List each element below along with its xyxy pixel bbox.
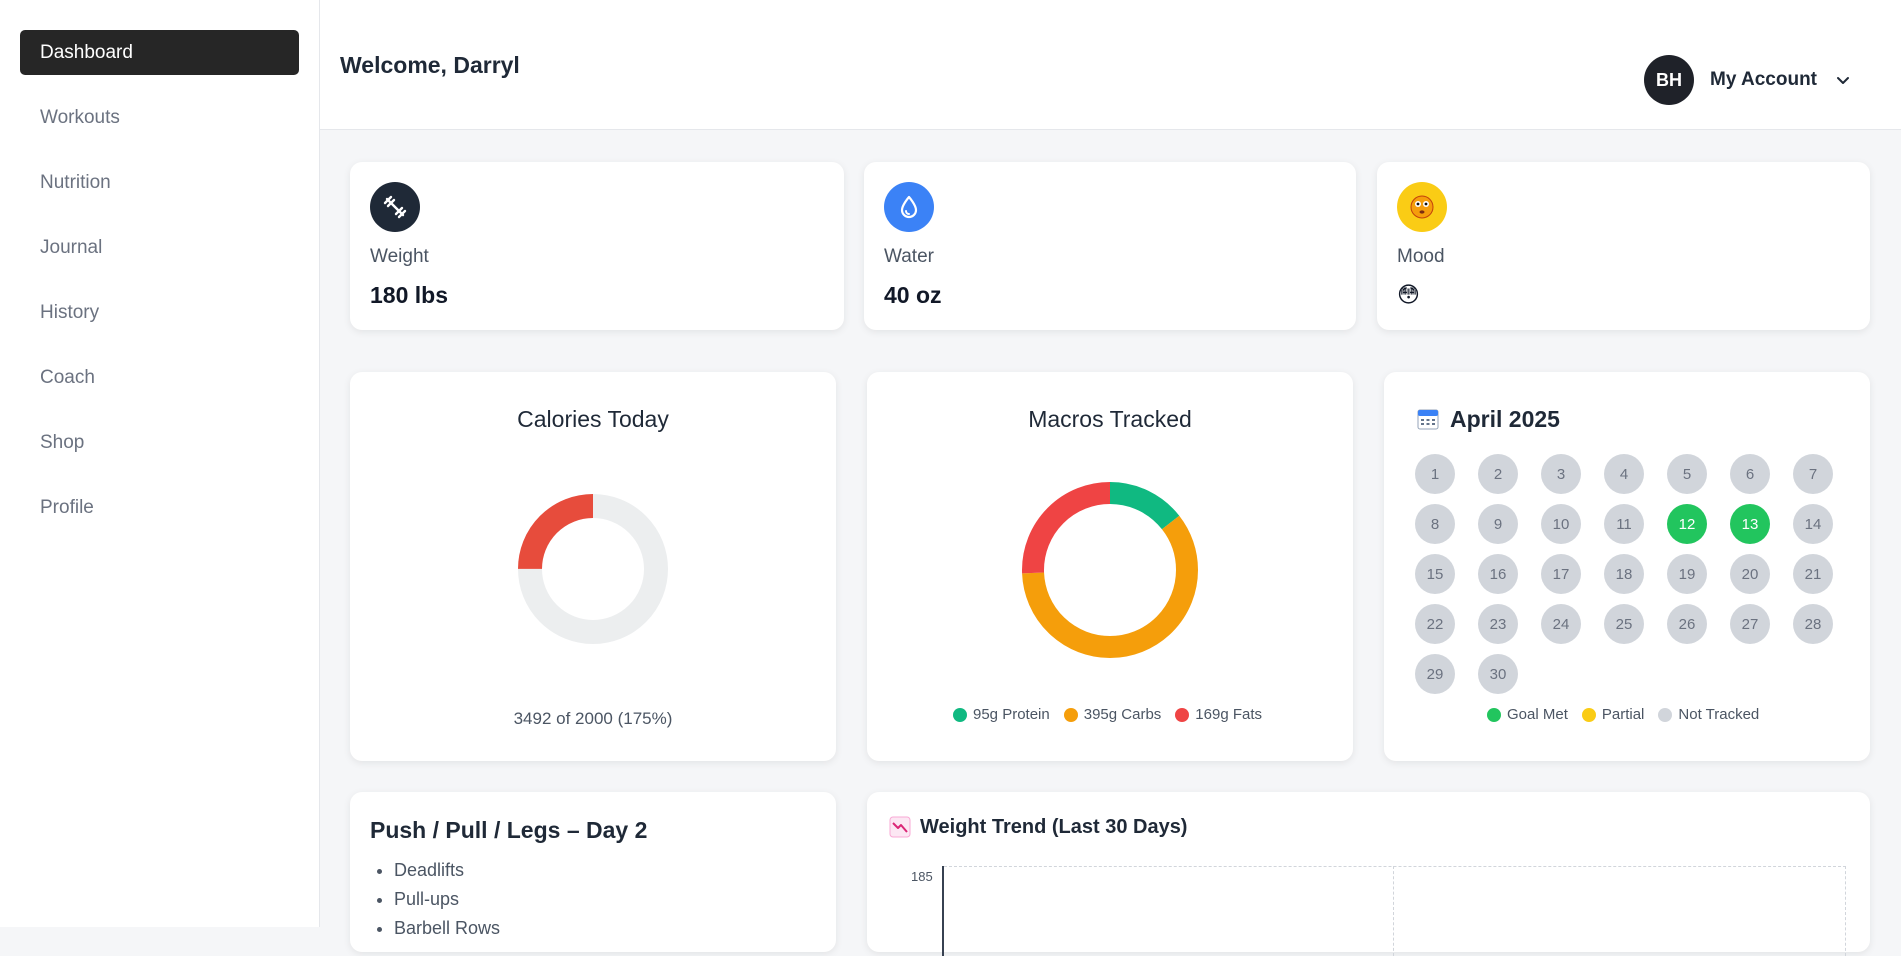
- calendar-day[interactable]: 27: [1730, 604, 1770, 644]
- calories-title: Calories Today: [517, 406, 669, 432]
- calendar-day[interactable]: 12: [1667, 504, 1707, 544]
- sidebar-item-nutrition[interactable]: Nutrition: [20, 160, 299, 205]
- plot-area: [944, 866, 1846, 956]
- sidebar: Dashboard Workouts Nutrition Journal His…: [0, 0, 320, 927]
- grid-line: [1393, 866, 1394, 956]
- calendar-day[interactable]: 14: [1793, 504, 1833, 544]
- calendar-day[interactable]: 1: [1415, 454, 1455, 494]
- avatar: BH: [1644, 55, 1695, 105]
- water-value: 40 oz: [884, 282, 942, 308]
- protein-dot-icon: [953, 707, 967, 722]
- calendar-day[interactable]: 21: [1793, 554, 1833, 594]
- sidebar-item-journal[interactable]: Journal: [20, 225, 299, 270]
- not-tracked-legend-label: Not Tracked: [1678, 706, 1760, 723]
- workout-title: Push / Pull / Legs – Day 2: [370, 817, 648, 843]
- weight-trend-title: Weight Trend (Last 30 Days): [920, 816, 1188, 838]
- sidebar-item-shop[interactable]: Shop: [20, 420, 299, 465]
- exercise-item: Deadlifts: [394, 860, 500, 881]
- calories-summary: 3492 of 2000 (175%): [513, 709, 673, 728]
- sidebar-item-coach[interactable]: Coach: [20, 355, 299, 400]
- top-header: Welcome, Darryl BH My Account: [320, 0, 1901, 130]
- calendar-day[interactable]: 26: [1667, 604, 1707, 644]
- calendar-icon: [1417, 409, 1439, 430]
- macros-donut: [1022, 482, 1198, 658]
- macros-title: Macros Tracked: [1028, 406, 1192, 432]
- calendar-day[interactable]: 18: [1604, 554, 1644, 594]
- calendar-day[interactable]: 20: [1730, 554, 1770, 594]
- account-label: My Account: [1710, 69, 1817, 90]
- droplet-icon: [884, 182, 934, 232]
- chart-decreasing-icon: [889, 816, 911, 838]
- mood-value: 😳: [1397, 282, 1420, 307]
- weight-value: 180 lbs: [370, 282, 448, 308]
- calendar-day[interactable]: 7: [1793, 454, 1833, 494]
- calendar-day[interactable]: 19: [1667, 554, 1707, 594]
- sidebar-item-workouts[interactable]: Workouts: [20, 95, 299, 140]
- partial-dot-icon: [1581, 707, 1596, 722]
- calendar-day[interactable]: 13: [1730, 504, 1770, 544]
- protein-legend-label: 95g Protein: [973, 706, 1050, 723]
- workout-card: Push / Pull / Legs – Day 2 Deadlifts Pul…: [350, 792, 836, 952]
- calendar-day[interactable]: 17: [1541, 554, 1581, 594]
- calendar-title: April 2025: [1450, 406, 1560, 432]
- legend-item-partial: Partial: [1581, 706, 1645, 723]
- calendar-day[interactable]: 2: [1478, 454, 1518, 494]
- exercise-item: Pull-ups: [394, 889, 500, 910]
- water-label: Water: [884, 246, 934, 267]
- calendar-day[interactable]: 6: [1730, 454, 1770, 494]
- not-tracked-dot-icon: [1658, 707, 1673, 722]
- welcome-title: Welcome, Darryl: [340, 52, 520, 78]
- goal-met-dot-icon: [1487, 707, 1501, 722]
- calendar-day[interactable]: 16: [1478, 554, 1518, 594]
- calendar-day[interactable]: 24: [1541, 604, 1581, 644]
- legend-item-not-tracked: Not Tracked: [1658, 706, 1759, 723]
- legend-item-carbs: 395g Carbs: [1063, 706, 1162, 723]
- dumbbell-icon: [370, 182, 420, 232]
- calendar-day[interactable]: 3: [1541, 454, 1581, 494]
- calendar-card: April 2025 1 2 3 4 5 6 7 8 9 10 11 12 13 14 15 16 17 18 19…: [1384, 372, 1870, 761]
- calendar-legend: Goal Met Partial Not Tracked: [1487, 706, 1773, 723]
- weight-label: Weight: [370, 246, 429, 267]
- calendar-day[interactable]: 5: [1667, 454, 1707, 494]
- fats-legend-label: 169g Fats: [1195, 706, 1263, 723]
- mood-label: Mood: [1397, 246, 1445, 267]
- calories-donut: [518, 494, 668, 644]
- chevron-down-icon: [1837, 77, 1849, 84]
- sidebar-item-profile[interactable]: Profile: [20, 485, 299, 530]
- weight-card: Weight 180 lbs: [350, 162, 844, 330]
- macros-card: Macros Tracked 95g Protein 395g Carbs 16…: [867, 372, 1353, 761]
- fats-dot-icon: [1175, 707, 1190, 722]
- calendar-day[interactable]: 28: [1793, 604, 1833, 644]
- calendar-day[interactable]: 9: [1478, 504, 1518, 544]
- calories-card: Calories Today 3492 of 2000 (175%): [350, 372, 836, 761]
- calendar-day[interactable]: 25: [1604, 604, 1644, 644]
- legend-item-fats: 169g Fats: [1175, 706, 1262, 723]
- goal-met-legend-label: Goal Met: [1507, 706, 1568, 723]
- partial-legend-label: Partial: [1601, 706, 1645, 723]
- sidebar-item-history[interactable]: History: [20, 290, 299, 335]
- weight-trend-card: Weight Trend (Last 30 Days) 185: [867, 792, 1870, 956]
- exercise-item: Barbell Rows: [394, 918, 500, 939]
- calendar-day[interactable]: 15: [1415, 554, 1455, 594]
- carbs-legend-label: 395g Carbs: [1083, 706, 1162, 723]
- calendar-day[interactable]: 11: [1604, 504, 1644, 544]
- calendar-day[interactable]: 4: [1604, 454, 1644, 494]
- smiley-icon: [1397, 182, 1447, 232]
- exercise-list: Deadlifts Pull-ups Barbell Rows: [394, 860, 500, 947]
- account-menu-button[interactable]: BH My Account: [1644, 55, 1851, 105]
- legend-item-goal-met: Goal Met: [1487, 706, 1568, 723]
- calendar-day[interactable]: 29: [1415, 654, 1455, 694]
- calendar-day[interactable]: 8: [1415, 504, 1455, 544]
- calendar-day[interactable]: 23: [1478, 604, 1518, 644]
- y-axis-tick-label: 185: [911, 869, 933, 884]
- calendar-day[interactable]: 10: [1541, 504, 1581, 544]
- calendar-day[interactable]: 30: [1478, 654, 1518, 694]
- carbs-dot-icon: [1063, 707, 1078, 722]
- calendar-day[interactable]: 22: [1415, 604, 1455, 644]
- legend-item-protein: 95g Protein: [953, 706, 1050, 723]
- water-card: Water 40 oz: [864, 162, 1356, 330]
- sidebar-item-dashboard[interactable]: Dashboard: [20, 30, 299, 75]
- macros-legend: 95g Protein 395g Carbs 169g Fats: [953, 706, 1276, 723]
- mood-card: Mood 😳: [1377, 162, 1870, 330]
